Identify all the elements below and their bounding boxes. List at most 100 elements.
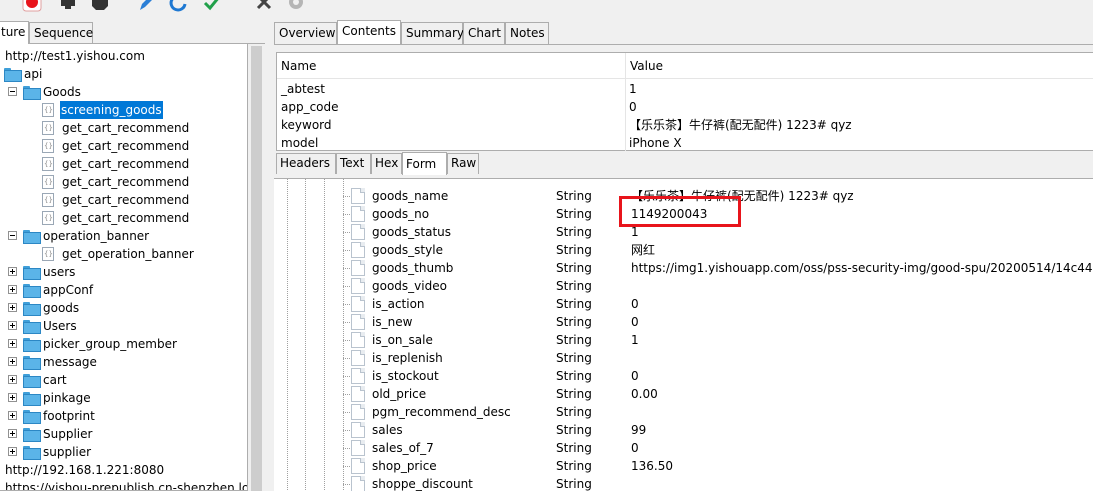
computer-icon[interactable] [58, 0, 78, 12]
tree-connector [343, 412, 351, 413]
tab-structure[interactable]: ture [0, 21, 29, 44]
field-icon [351, 368, 365, 384]
tab-overview[interactable]: Overview [274, 22, 337, 44]
tree-connector [343, 430, 351, 431]
folder-icon [23, 230, 41, 244]
expand-icon[interactable] [8, 267, 17, 276]
document-icon [42, 121, 54, 135]
field-name: is_action [372, 297, 425, 311]
pen-icon[interactable] [136, 0, 156, 12]
record-icon[interactable] [22, 0, 42, 12]
collapse-icon[interactable] [8, 87, 17, 96]
tree-label: footprint [43, 409, 95, 423]
tree-connector [343, 394, 351, 395]
refresh-icon[interactable] [168, 0, 188, 12]
expand-icon[interactable] [8, 429, 17, 438]
field-icon [351, 476, 365, 491]
tab-headers[interactable]: Headers [276, 153, 336, 174]
param-value: iPhone X [629, 136, 682, 150]
folder-icon [23, 266, 41, 280]
field-name: old_price [372, 387, 427, 401]
field-icon [351, 332, 365, 348]
tab-summary[interactable]: Summary [401, 22, 464, 44]
field-icon [351, 188, 365, 204]
tools-icon[interactable] [254, 0, 274, 12]
param-name: app_code [281, 100, 339, 114]
form-row[interactable]: is_new String 0 [274, 313, 1093, 331]
tree-label: api [24, 67, 43, 81]
field-icon [351, 422, 365, 438]
grid-row[interactable]: keyword 【乐乐茶】牛仔裤(配无配件) 1223# qyz [277, 116, 1093, 134]
field-value: 网红 [631, 243, 656, 257]
expand-icon[interactable] [8, 321, 17, 330]
checkmark-icon[interactable] [202, 0, 222, 12]
field-icon [351, 296, 365, 312]
field-icon [351, 404, 365, 420]
tree-label: get_cart_recommend [62, 193, 190, 207]
form-row[interactable]: is_stockout String 0 [274, 367, 1093, 385]
tree-connector [343, 268, 351, 269]
param-name: _abtest [281, 82, 326, 96]
field-icon [351, 224, 365, 240]
grid-row[interactable]: app_code 0 [277, 98, 1093, 116]
collapse-icon[interactable] [8, 231, 17, 240]
form-row[interactable]: is_replenish String [274, 349, 1093, 367]
expand-icon[interactable] [8, 303, 17, 312]
form-row[interactable]: sales String 99 [274, 421, 1093, 439]
stop-icon[interactable] [90, 0, 110, 12]
field-type: String [556, 225, 592, 239]
gear-icon[interactable] [286, 0, 306, 12]
grid-row[interactable]: model iPhone X [277, 134, 1093, 152]
body-view-tabs: Headers Text Hex Form Raw [276, 152, 1093, 175]
document-icon [42, 247, 54, 261]
tab-chart[interactable]: Chart [463, 22, 505, 44]
form-row[interactable]: is_on_sale String 1 [274, 331, 1093, 349]
grid-header: Name Value [277, 53, 1093, 79]
field-value: 99 [631, 423, 647, 437]
field-type: String [556, 315, 592, 329]
expand-icon[interactable] [8, 411, 17, 420]
expand-icon[interactable] [8, 357, 17, 366]
field-name: is_stockout [372, 369, 439, 383]
expand-icon[interactable] [8, 447, 17, 456]
expand-icon[interactable] [8, 393, 17, 402]
field-value: 0.00 [631, 387, 658, 401]
tree-label: picker_group_member [43, 337, 177, 351]
form-row[interactable]: old_price String 0.00 [274, 385, 1093, 403]
tree-scrollbar[interactable] [248, 43, 265, 491]
form-row[interactable]: sales_of_7 String 0 [274, 439, 1093, 457]
tab-form[interactable]: Form [402, 152, 447, 175]
tab-hex[interactable]: Hex [371, 153, 402, 174]
column-header-name[interactable]: Name [277, 53, 316, 79]
tab-contents[interactable]: Contents [337, 20, 401, 44]
tree-connector [343, 448, 351, 449]
field-value: 0 [631, 297, 639, 311]
expand-icon[interactable] [8, 339, 17, 348]
field-type: String [556, 369, 592, 383]
tab-text[interactable]: Text [336, 153, 371, 174]
param-name: keyword [281, 118, 332, 132]
field-type: String [556, 423, 592, 437]
expand-icon[interactable] [8, 285, 17, 294]
field-type: String [556, 333, 592, 347]
form-row[interactable]: goods_video String [274, 277, 1093, 295]
form-row[interactable]: shop_price String 136.50 [274, 457, 1093, 475]
folder-icon [23, 338, 41, 352]
scrollbar-thumb[interactable] [251, 46, 262, 491]
tree-connector [343, 250, 351, 251]
field-name: is_replenish [372, 351, 443, 365]
document-icon [42, 175, 54, 189]
form-row[interactable]: goods_thumb String https://img1.yishouap… [274, 259, 1093, 277]
form-row[interactable]: pgm_recommend_desc String [274, 403, 1093, 421]
form-row[interactable]: goods_style String 网红 [274, 241, 1093, 259]
grid-row[interactable]: _abtest 1 [277, 80, 1093, 98]
form-row[interactable]: shoppe_discount String [274, 475, 1093, 491]
tree-label: https://yishou-prepublish.cn-shenzhen.lo… [5, 481, 248, 491]
tab-raw[interactable]: Raw [447, 153, 479, 174]
column-header-value[interactable]: Value [626, 53, 663, 79]
tab-notes[interactable]: Notes [505, 22, 549, 44]
form-row[interactable]: is_action String 0 [274, 295, 1093, 313]
tree-label: get_cart_recommend [62, 175, 190, 189]
expand-icon[interactable] [8, 375, 17, 384]
tab-sequence[interactable]: Sequence [29, 22, 93, 44]
